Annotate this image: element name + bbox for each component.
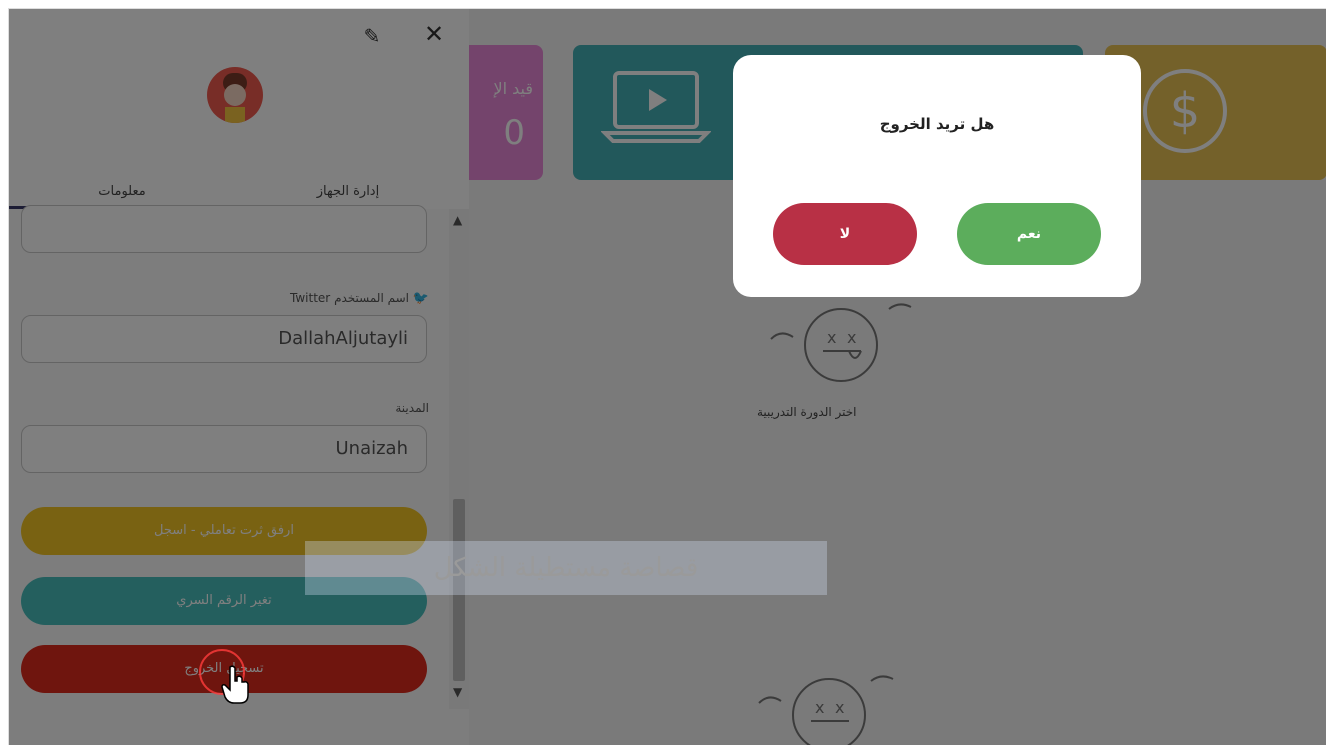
hand-cursor-icon	[221, 665, 249, 704]
confirm-yes-button[interactable]: نعم	[957, 203, 1101, 265]
confirm-no-button[interactable]: لا	[773, 203, 917, 265]
app-frame: قيد الإ 0 $ x x اختر الدورة التدريبية x …	[8, 8, 1326, 745]
snip-tooltip: قصاصة مستطيلة الشكل	[305, 541, 827, 595]
logout-confirm-dialog: هل تريد الخروج نعم لا	[733, 55, 1141, 297]
dialog-title: هل تريد الخروج	[879, 115, 995, 133]
